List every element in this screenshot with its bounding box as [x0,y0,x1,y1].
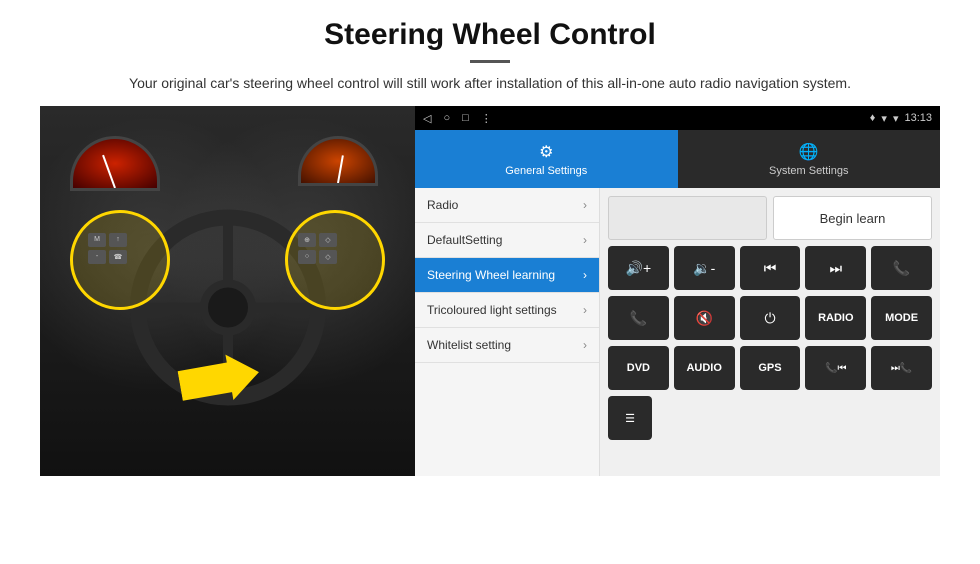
highlight-circle-left: M ↑ - ☎ [70,210,170,310]
vol-down-button[interactable]: 🔉- [674,246,735,290]
nav-home-icon[interactable]: ○ [443,112,450,125]
radio-label: RADIO [818,312,853,324]
main-panel: Radio › DefaultSetting › Steering Wheel … [415,188,940,476]
nav-recents-icon[interactable]: □ [462,112,469,125]
audio-button[interactable]: AUDIO [674,346,735,390]
page-title: Steering Wheel Control [40,18,940,52]
top-row: Begin learn [608,196,932,240]
menu-item-tricoloured[interactable]: Tricoloured light settings › [415,293,599,328]
control-row-3: DVD AUDIO GPS 📞⏮ ⏭📞 [608,346,932,390]
empty-display-box [608,196,767,240]
android-ui: ◁ ○ □ ⋮ ♦ ▾ ▾ 13:13 ⚙ General Settings [415,106,940,476]
phone-icon: 📞 [893,260,910,277]
tab-bar: ⚙ General Settings 🌐 System Settings [415,130,940,188]
menu-radio-label: Radio [427,198,458,212]
vol-up-icon: 🔊+ [626,260,652,277]
chevron-default: › [583,233,587,247]
system-settings-icon: 🌐 [799,142,819,162]
phone-prev-icon: 📞⏮ [825,363,846,374]
page-subtitle: Your original car's steering wheel contr… [115,73,865,94]
left-button-cluster: M ↑ - ☎ [88,233,127,264]
answer-button[interactable]: 📞 [608,296,669,340]
signal-icon: ▾ [881,112,887,125]
menu-tricoloured-label: Tricoloured light settings [427,303,557,317]
control-row-1: 🔊+ 🔉- ⏮ ⏭ 📞 [608,246,932,290]
btn-minus[interactable]: - [88,250,106,264]
status-bar: ◁ ○ □ ⋮ ♦ ▾ ▾ 13:13 [415,106,940,130]
tab-system-label: System Settings [769,165,848,177]
menu-list: Radio › DefaultSetting › Steering Wheel … [415,188,600,476]
next-track-button[interactable]: ⏭ [805,246,866,290]
gps-label: GPS [758,362,781,374]
dvd-button[interactable]: DVD [608,346,669,390]
begin-learn-button[interactable]: Begin learn [773,196,932,240]
prev-track-icon: ⏮ [764,260,777,277]
content-area: M ↑ - ☎ ⊕ ◇ [40,106,940,476]
btn-r3[interactable]: ○ [298,250,316,264]
control-row-2: 📞 🔇 ⏻ RADIO MODE [608,296,932,340]
control-panel: Begin learn 🔊+ 🔉- ⏮ [600,188,940,476]
audio-label: AUDIO [686,362,721,374]
menu-whitelist-label: Whitelist setting [427,338,511,352]
gauge-left [70,136,160,191]
btn-r1[interactable]: ⊕ [298,233,316,247]
answer-icon: 📞 [630,310,647,327]
next-track-icon: ⏭ [829,260,842,277]
radio-button[interactable]: RADIO [805,296,866,340]
tab-general-settings[interactable]: ⚙ General Settings [415,130,678,188]
menu-item-whitelist[interactable]: Whitelist setting › [415,328,599,363]
status-bar-right: ♦ ▾ ▾ 13:13 [870,112,932,125]
vol-up-button[interactable]: 🔊+ [608,246,669,290]
settings-gear-icon: ⚙ [539,142,553,162]
menu-item-radio[interactable]: Radio › [415,188,599,223]
menu-default-label: DefaultSetting [427,233,502,247]
menu-item-steering-wheel[interactable]: Steering Wheel learning › [415,258,599,293]
gps-button[interactable]: GPS [740,346,801,390]
mute-button[interactable]: 🔇 [674,296,735,340]
car-visual: M ↑ - ☎ ⊕ ◇ [40,106,415,476]
right-button-cluster: ⊕ ◇ ○ ◇ [298,233,337,264]
chevron-radio: › [583,198,587,212]
prev-track-button[interactable]: ⏮ [740,246,801,290]
chevron-tricoloured: › [583,303,587,317]
nav-back-icon[interactable]: ◁ [423,112,431,125]
nav-menu-icon[interactable]: ⋮ [481,112,492,125]
wifi-icon: ▾ [893,112,899,125]
list-icon: ☰ [625,412,635,425]
menu-item-default-setting[interactable]: DefaultSetting › [415,223,599,258]
tab-general-label: General Settings [505,165,587,177]
tab-system-settings[interactable]: 🌐 System Settings [678,130,941,188]
title-section: Steering Wheel Control Your original car… [40,18,940,94]
gauge-right [298,136,378,186]
btn-mode[interactable]: M [88,233,106,247]
mode-button[interactable]: MODE [871,296,932,340]
title-divider [470,60,510,63]
btn-phone[interactable]: ☎ [109,250,127,264]
phone-prev-button[interactable]: 📞⏮ [805,346,866,390]
mode-label: MODE [885,312,918,324]
menu-steering-label: Steering Wheel learning [427,268,555,282]
dvd-label: DVD [627,362,650,374]
phone-button[interactable]: 📞 [871,246,932,290]
phone-next-button[interactable]: ⏭📞 [871,346,932,390]
chevron-whitelist: › [583,338,587,352]
location-icon: ♦ [870,112,876,124]
btn-up[interactable]: ↑ [109,233,127,247]
list-menu-button[interactable]: ☰ [608,396,652,440]
control-row-4: ☰ [608,396,932,440]
vol-down-icon: 🔉- [693,260,715,277]
power-icon: ⏻ [764,310,775,327]
phone-next-icon: ⏭📞 [891,363,912,374]
mute-icon: 🔇 [695,310,712,327]
car-image-section: M ↑ - ☎ ⊕ ◇ [40,106,415,476]
btn-r4[interactable]: ◇ [319,250,337,264]
btn-r2[interactable]: ◇ [319,233,337,247]
power-button[interactable]: ⏻ [740,296,801,340]
page-wrapper: Steering Wheel Control Your original car… [0,0,980,476]
status-time: 13:13 [904,112,932,124]
chevron-steering: › [583,268,587,282]
highlight-circle-right: ⊕ ◇ ○ ◇ [285,210,385,310]
status-bar-nav: ◁ ○ □ ⋮ [423,112,492,125]
